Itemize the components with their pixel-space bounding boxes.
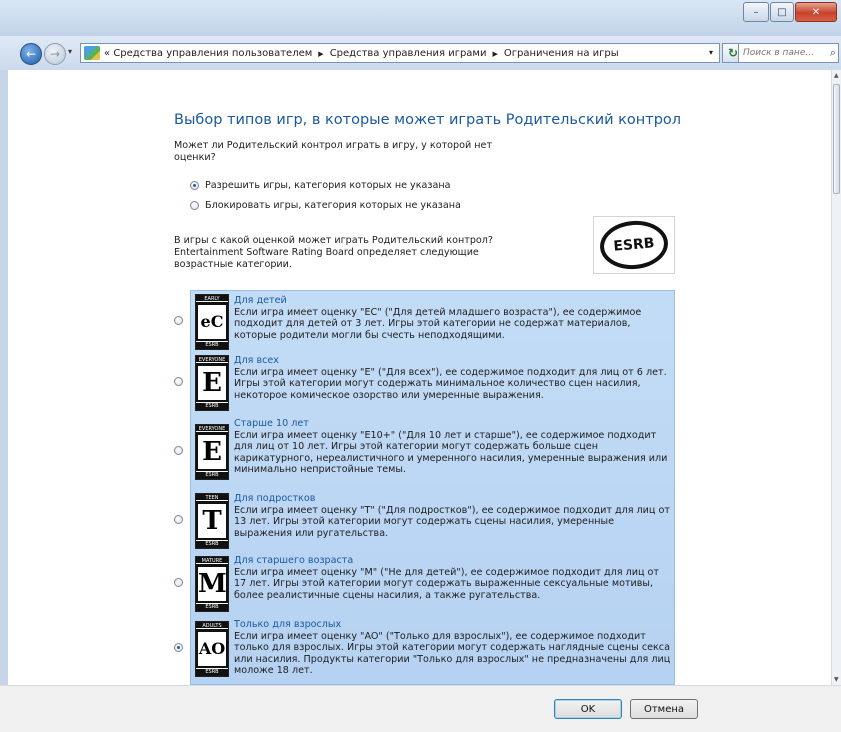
- rating-radio[interactable]: [174, 377, 183, 386]
- rating-badge-caption: TEEN: [196, 494, 228, 501]
- rating-badge-footer: ESRB: [196, 668, 228, 676]
- rating-text: Для всех Если игра имеет оценку "E" ("Для…: [234, 355, 674, 401]
- rating-description: Если игра имеет оценку "M" ("Не для дете…: [234, 566, 660, 601]
- rating-badge-icon: TEEN T ESRB: [195, 493, 229, 549]
- page-title: Выбор типов игр, в которые может играть …: [174, 112, 682, 128]
- breadcrumb: « Средства управления пользователем ▶ Сред…: [104, 48, 619, 59]
- rating-badge-letter: M: [198, 567, 227, 601]
- rating-badge-footer: ESRB: [196, 540, 228, 548]
- rating-text: Для старшего возраста Если игра имеет оце…: [234, 555, 674, 601]
- forward-arrow-icon[interactable]: →: [44, 43, 66, 65]
- rating-text: Только для взрослых Если игра имеет оценк…: [234, 619, 674, 677]
- cancel-button[interactable]: Отмена: [630, 699, 698, 719]
- rating-badge-footer: ESRB: [196, 402, 228, 410]
- rating-badge-letter: eC: [198, 305, 226, 339]
- title-bar: – □ ✕: [0, 0, 841, 36]
- rating-badge-icon: EVERYONE E ESRB: [195, 355, 229, 411]
- rating-badge-icon: EARLY CHILDHOOD eC ESRB: [195, 294, 229, 350]
- rating-title[interactable]: Старше 10 лет: [234, 418, 674, 430]
- unrated-question: Может ли Родительский контрол играть в и…: [174, 140, 493, 163]
- minimize-button[interactable]: –: [743, 2, 769, 22]
- rating-description: Если игра имеет оценку "E10+" ("Для 10 л…: [234, 429, 668, 476]
- esrb-logo: ESRB: [593, 216, 675, 274]
- window-controls: – □ ✕: [742, 2, 837, 22]
- rating-radio[interactable]: [174, 316, 183, 325]
- block-unrated-option[interactable]: Блокировать игры, категория которых не у…: [190, 200, 461, 211]
- content-pane: Выбор типов игр, в которые может играть …: [8, 70, 831, 685]
- breadcrumb-item-game-controls[interactable]: Средства управления играми: [330, 48, 487, 59]
- rating-badge-footer: ESRB: [196, 471, 228, 479]
- rating-description: Если игра имеет оценку "EC" ("Для детей …: [234, 306, 642, 341]
- search-input[interactable]: [739, 44, 825, 62]
- button-bar: OK Отмена: [0, 685, 841, 732]
- block-unrated-radio[interactable]: [190, 200, 199, 210]
- rating-item[interactable]: EARLY CHILDHOOD eC ESRB Для детейЕсли игра …: [191, 293, 674, 351]
- rating-badge-footer: ESRB: [196, 341, 228, 349]
- scrollbar-thumb[interactable]: [833, 84, 840, 194]
- rating-radio[interactable]: [174, 643, 183, 652]
- rating-list: EARLY CHILDHOODeCESRBДля детейЕсли игра …: [190, 290, 675, 685]
- rating-badge-icon: ADULTS ONLY 18+ AO ESRB: [195, 621, 229, 677]
- rating-badge-caption: EVERYONE: [196, 356, 228, 363]
- breadcrumb-separator-icon[interactable]: ▶: [318, 50, 323, 58]
- rating-radio[interactable]: [174, 578, 183, 587]
- rating-badge-letter: E: [198, 366, 226, 400]
- back-arrow-icon[interactable]: ←: [20, 43, 42, 65]
- ok-button[interactable]: OK: [554, 699, 622, 719]
- rating-title[interactable]: Для всех: [234, 355, 674, 367]
- rating-description: Если игра имеет оценку "E" ("Для всех"),…: [234, 366, 667, 401]
- rating-badge-footer: ESRB: [196, 603, 228, 611]
- rating-badge-icon: MATURE 17+ M ESRB: [195, 556, 229, 612]
- history-dropdown-icon[interactable]: ▾: [68, 47, 72, 56]
- rating-badge-caption: EVERYONE 10+: [196, 425, 228, 432]
- rating-item[interactable]: TEEN T ESRB Для подростков Если игра имеет о…: [191, 491, 674, 551]
- allow-unrated-option[interactable]: Разрешить игры, категория которых не ука…: [190, 180, 451, 191]
- rating-badge-caption: EARLY CHILDHOOD: [196, 295, 228, 302]
- breadcrumb-item-users[interactable]: Средства управления пользователем: [113, 48, 312, 59]
- search-box[interactable]: ⌕: [738, 43, 839, 63]
- rating-badge-caption: ADULTS ONLY 18+: [196, 622, 228, 629]
- address-bar[interactable]: « Средства управления пользователем ▶ Сред…: [80, 43, 720, 63]
- rating-radio[interactable]: [174, 515, 183, 524]
- rating-text: Для детей Если игра имеет оценку "EC" ("Д…: [234, 295, 674, 341]
- breadcrumb-item-game-restrictions[interactable]: Ограничения на игры: [504, 48, 619, 59]
- esrb-logo-mark: ESRB: [598, 218, 670, 272]
- rating-badge-letter: T: [198, 504, 226, 538]
- close-button[interactable]: ✕: [795, 2, 837, 22]
- rating-text: Для подростков Если игра имеет оценку "T"…: [234, 493, 674, 539]
- rating-radio[interactable]: [174, 446, 183, 455]
- address-dropdown-icon[interactable]: ▾: [709, 48, 713, 57]
- rating-badge-icon: EVERYONE 10+ E ESRB: [195, 424, 229, 480]
- scroll-up-icon[interactable]: ▲: [834, 72, 839, 79]
- block-unrated-label[interactable]: Блокировать игры, категория которых не у…: [205, 200, 461, 211]
- maximize-button[interactable]: □: [770, 2, 794, 22]
- control-panel-icon: [84, 46, 100, 60]
- rating-badge-caption: MATURE 17+: [196, 557, 228, 564]
- search-icon[interactable]: ⌕: [830, 46, 836, 60]
- left-frame-edge: [0, 70, 8, 685]
- rating-item[interactable]: ADULTS ONLY 18+ AO ESRB Только для взрослых…: [191, 617, 674, 681]
- rating-title[interactable]: Для старшего возраста: [234, 555, 674, 567]
- vertical-scrollbar[interactable]: ▲ ▼: [831, 70, 841, 685]
- rating-item[interactable]: EVERYONE E ESRB Для всех Если игра имеет оце…: [191, 353, 674, 413]
- rating-description: Если игра имеет оценку "T" ("Для подрост…: [234, 504, 670, 539]
- navigation-bar: ← → ▾ « Средства управления пользователе…: [0, 36, 841, 70]
- breadcrumb-chevron[interactable]: «: [104, 48, 110, 59]
- rating-title[interactable]: Только для взрослых: [234, 619, 674, 631]
- rating-badge-letter: E: [198, 435, 226, 469]
- allow-unrated-radio[interactable]: [190, 180, 199, 190]
- rating-item[interactable]: EVERYONE 10+ E ESRB Старше 10 летЕсли игра …: [191, 416, 674, 488]
- rating-question: В игры с какой оценкой может играть Роди…: [174, 235, 494, 270]
- rating-item[interactable]: MATURE 17+ M ESRB Для старшего возрастаЕсли…: [191, 553, 674, 615]
- rating-text: Старше 10 лет Если игра имеет оценку "E10…: [234, 418, 674, 476]
- allow-unrated-label[interactable]: Разрешить игры, категория которых не ука…: [205, 180, 451, 191]
- rating-description: Если игра имеет оценку "AO" ("Только для…: [234, 630, 671, 677]
- rating-title[interactable]: Для подростков: [234, 493, 674, 505]
- rating-badge-letter: AO: [198, 632, 226, 666]
- scroll-down-icon[interactable]: ▼: [834, 676, 839, 683]
- breadcrumb-separator-icon[interactable]: ▶: [492, 50, 497, 58]
- rating-title[interactable]: Для детей: [234, 295, 674, 307]
